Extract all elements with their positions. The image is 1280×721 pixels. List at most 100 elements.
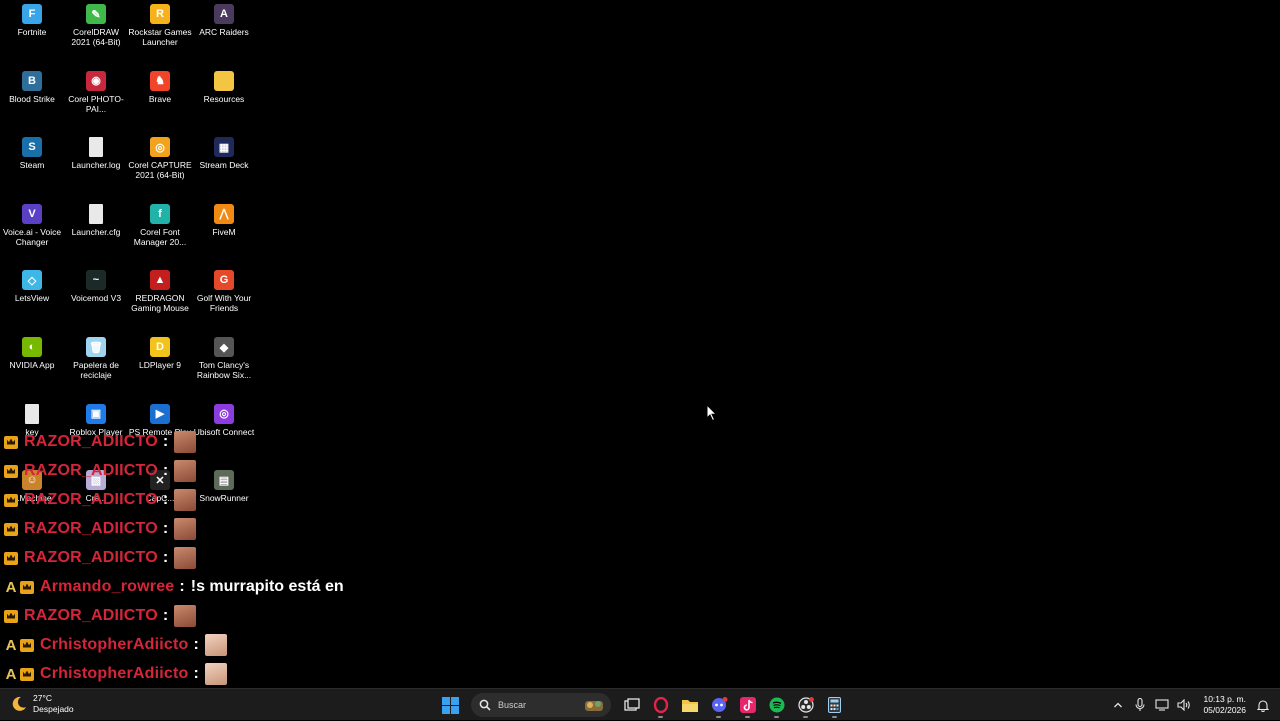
desktop-shortcut-label: Launcher.log — [71, 160, 121, 171]
show-hidden-icons-button[interactable] — [1109, 696, 1127, 714]
desktop-shortcut[interactable]: Resources — [192, 67, 256, 133]
blood-strike-icon: B — [22, 70, 42, 91]
desktop-shortcut-label: Fortnite — [17, 27, 47, 37]
file-explorer-button[interactable] — [675, 691, 704, 719]
desktop-shortcut[interactable]: ▲ REDRAGON Gaming Mouse — [128, 266, 192, 332]
desktop-shortcut[interactable]: ✎ CorelDRAW 2021 (64-Bit) — [64, 0, 128, 66]
tiktok-button[interactable] — [733, 691, 762, 719]
chat-emote-icon — [174, 605, 197, 627]
chat-message: RAZOR_ADIICTO: — [4, 430, 197, 454]
desktop-shortcut[interactable]: ▦ Stream Deck — [192, 133, 256, 199]
desktop-shortcut[interactable]: ◇ LetsView — [0, 266, 64, 332]
folder-icon — [681, 699, 698, 712]
desktop-shortcut-label: REDRAGON Gaming Mouse — [131, 293, 189, 314]
discord-button[interactable] — [704, 691, 733, 719]
brave-icon: ♞ — [150, 70, 170, 91]
desktop-shortcut[interactable]: ♞ Brave — [128, 67, 192, 133]
obs-icon — [797, 697, 814, 713]
desktop-shortcut-label: Rockstar Games Launcher — [128, 27, 192, 47]
desktop-shortcut[interactable]: ◆ Tom Clancy's Rainbow Six... — [192, 333, 256, 399]
chat-message: RAZOR_ADIICTO: — [4, 517, 197, 541]
chat-username: CrhistopherAdiicto — [40, 636, 189, 653]
chat-emote-icon — [174, 460, 197, 482]
chat-emote-icon — [174, 489, 197, 511]
task-view-button[interactable] — [617, 691, 646, 719]
arc-raiders-icon: A — [214, 4, 234, 24]
desktop-shortcut[interactable]: A ARC Raiders — [192, 0, 256, 66]
moon-icon — [12, 696, 26, 711]
chat-username: RAZOR_ADIICTO — [24, 462, 158, 479]
desktop-shortcut[interactable]: D LDPlayer 9 — [128, 333, 192, 399]
desktop-shortcut[interactable]: 🗑 Papelera de reciclaje — [64, 333, 128, 399]
corel-font-manager-icon: f — [150, 203, 170, 224]
desktop-shortcut[interactable]: B Blood Strike — [0, 67, 64, 133]
notifications-button[interactable] — [1254, 696, 1272, 714]
search-highlight-icon — [585, 701, 603, 711]
chat-username: CrhistopherAdiicto — [40, 665, 189, 682]
desktop-shortcut-label: Voice.ai - Voice Changer — [2, 226, 62, 247]
rockstar-icon: R — [150, 4, 170, 24]
notification-bell-icon — [1257, 699, 1269, 712]
desktop-shortcut[interactable]: ~ Voicemod V3 — [64, 266, 128, 332]
desktop-shortcut[interactable]: ◎ Corel CAPTURE 2021 (64-Bit) — [128, 133, 192, 199]
chat-text: !s murrapito está en — [190, 578, 344, 595]
chat-emote-icon — [204, 663, 227, 685]
search-icon — [479, 699, 491, 711]
crown-badge-icon — [4, 464, 18, 478]
desktop-shortcut-label: Corel Font Manager 20... — [133, 226, 187, 247]
crown-badge-icon — [4, 435, 18, 449]
crown-badge-icon — [4, 551, 18, 565]
desktop-shortcut[interactable]: ⋀ FiveM — [192, 200, 256, 266]
taskbar: 27°C Despejado Buscar 10:13 p. m. 05/02/… — [0, 688, 1280, 720]
microphone-button[interactable] — [1131, 696, 1149, 714]
opera-gx-button[interactable] — [646, 691, 675, 719]
chat-username: RAZOR_ADIICTO — [24, 491, 158, 508]
desktop-shortcut[interactable]: ◉ Corel PHOTO-PAI... — [64, 67, 128, 133]
steam-icon: S — [22, 137, 42, 158]
network-icon — [1155, 699, 1170, 711]
stream-deck-icon: ▦ — [214, 137, 234, 158]
system-clock[interactable]: 10:13 p. m. 05/02/2026 — [1203, 694, 1246, 716]
desktop-shortcut[interactable]: Launcher.log — [64, 133, 128, 199]
calculator-icon — [828, 697, 841, 713]
calculator-button[interactable] — [820, 691, 849, 719]
desktop-shortcut[interactable]: f Corel Font Manager 20... — [128, 200, 192, 266]
clock-date: 05/02/2026 — [1203, 705, 1246, 715]
voicemod-icon: ~ — [86, 270, 106, 291]
desktop-shortcut[interactable]: Launcher.cfg — [64, 200, 128, 266]
desktop-shortcut-label: Resources — [203, 93, 245, 104]
chat-message: RAZOR_ADIICTO: — [4, 604, 197, 628]
chat-separator: : — [193, 665, 199, 682]
nvidia-icon: ◐ — [22, 337, 42, 357]
desktop-shortcut-label: ARC Raiders — [199, 27, 249, 37]
spotify-button[interactable] — [762, 691, 791, 719]
chat-message: A CrhistopherAdiicto: — [4, 662, 227, 686]
desktop-shortcut[interactable]: S Steam — [0, 133, 64, 199]
volume-button[interactable] — [1175, 696, 1193, 714]
desktop-shortcut[interactable]: F Fortnite — [0, 0, 64, 66]
desktop-shortcut-label: Tom Clancy's Rainbow Six... — [196, 360, 252, 380]
start-button[interactable] — [436, 691, 465, 719]
chat-separator: : — [162, 491, 169, 508]
fivem-icon: ⋀ — [214, 203, 234, 224]
chat-message: RAZOR_ADIICTO: — [4, 488, 197, 512]
desktop-shortcut-label: Brave — [148, 93, 172, 104]
network-button[interactable] — [1153, 696, 1171, 714]
taskbar-search-box[interactable]: Buscar — [471, 693, 611, 717]
obs-button[interactable] — [791, 691, 820, 719]
weather-widget[interactable]: 27°C Despejado — [10, 693, 74, 715]
chat-separator: : — [162, 549, 169, 566]
desktop-shortcut[interactable]: R Rockstar Games Launcher — [128, 0, 192, 66]
desktop-shortcut[interactable]: ◐ NVIDIA App — [0, 333, 64, 399]
redragon-icon: ▲ — [150, 270, 170, 291]
desktop-shortcut[interactable]: V Voice.ai - Voice Changer — [0, 200, 64, 266]
desktop-shortcut-label: FiveM — [212, 226, 236, 237]
system-tray: 10:13 p. m. 05/02/2026 — [1107, 689, 1280, 721]
chat-username: RAZOR_ADIICTO — [24, 520, 158, 537]
recycle-bin-icon: 🗑 — [86, 337, 106, 357]
desktop-shortcut[interactable]: G Golf With Your Friends — [192, 266, 256, 332]
desktop-shortcut-label: Blood Strike — [9, 93, 55, 104]
desktop-shortcut-label: Corel PHOTO-PAI... — [68, 93, 124, 114]
chat-separator: : — [193, 636, 199, 653]
desktop-shortcut-label: LetsView — [14, 293, 50, 304]
